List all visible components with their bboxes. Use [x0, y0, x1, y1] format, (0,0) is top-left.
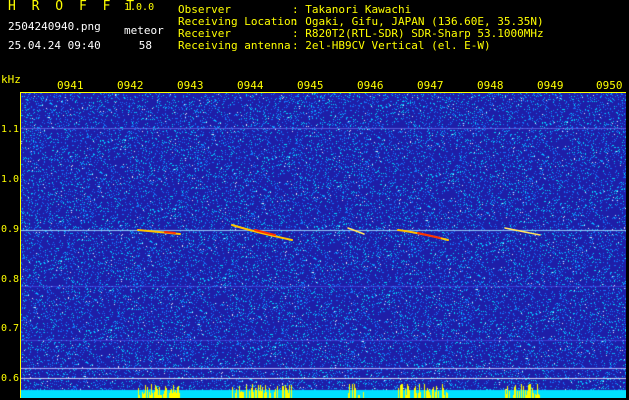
- file-datetime: 25.04.24 09:40: [8, 39, 101, 52]
- x-tick-label: 0944: [237, 79, 264, 92]
- meteor-count: 58: [138, 39, 152, 52]
- y-tick-label: 1.0: [1, 174, 20, 185]
- y-tick-label: 0.9: [1, 224, 20, 235]
- meteor-label: meteor: [124, 24, 164, 37]
- header-panel: H R O F F T 1.0.0 2504240940.png meteor …: [0, 0, 629, 72]
- file-name: 2504240940.png: [8, 20, 101, 33]
- x-tick-label: 0949: [537, 79, 564, 92]
- x-tick-label: 0945: [297, 79, 324, 92]
- y-axis-unit: kHz: [1, 73, 21, 86]
- app-logo: H R O F F T: [8, 0, 139, 14]
- x-tick-label: 0941: [57, 79, 84, 92]
- antenna-value: : 2el-HB9CV Vertical (el. E-W): [292, 39, 491, 52]
- x-tick-label: 0948: [477, 79, 504, 92]
- spectrogram-plot: [20, 92, 626, 398]
- y-tick-label: 0.8: [1, 274, 20, 285]
- x-tick-label: 0950: [596, 79, 623, 92]
- x-tick-label: 0946: [357, 79, 384, 92]
- antenna-row: Receiving antenna: 2el-HB9CV Vertical (e…: [178, 40, 491, 52]
- y-tick-label: 0.6: [1, 373, 20, 384]
- app-version: 1.0.0: [124, 2, 155, 13]
- y-tick-label: 0.7: [1, 323, 20, 334]
- y-tick-label: 1.1: [1, 124, 20, 135]
- x-tick-label: 0947: [417, 79, 444, 92]
- x-tick-label: 0942: [117, 79, 144, 92]
- x-tick-label: 0943: [177, 79, 204, 92]
- antenna-key: Receiving antenna: [178, 39, 291, 52]
